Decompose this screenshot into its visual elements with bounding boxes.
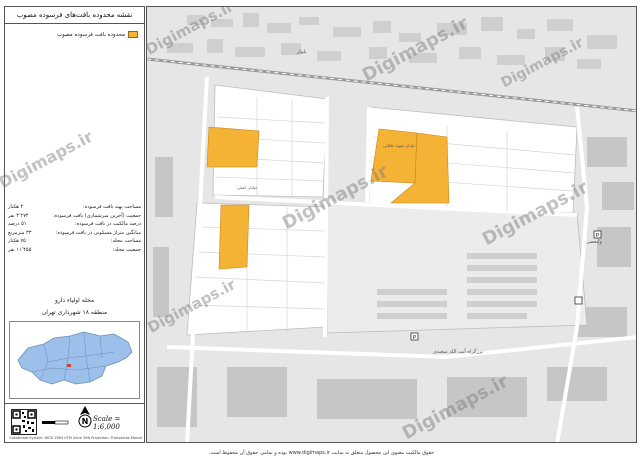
scale-bar <box>40 415 70 429</box>
map-sheet: نقشه محدوده بافت‌های فرسوده مصوب محدوده … <box>0 0 643 461</box>
bus-stop-icon <box>574 296 583 305</box>
stat-value: ۷۵ هکتار <box>8 238 26 245</box>
stat-row: جمعیت محله: ۱۱٬۴۵۵ نفر <box>8 246 141 255</box>
road-label: خیابان اصلی <box>237 185 258 190</box>
stat-value: ۵۱ درصد <box>8 221 27 228</box>
legend-swatch <box>128 31 138 38</box>
stat-label: میانگین متراژ مسکونی در بافت فرسوده: <box>55 229 141 236</box>
worn-area-2 <box>218 204 250 270</box>
svg-text:P: P <box>596 233 599 239</box>
legend-panel: نقشه محدوده بافت‌های فرسوده مصوب محدوده … <box>4 6 145 443</box>
stat-label: مساحت پهنه بافت فرسوده: <box>83 204 141 210</box>
svg-text:N: N <box>82 417 89 426</box>
qr-code <box>11 409 37 435</box>
north-arrow-icon: N <box>78 405 92 429</box>
road-label: ولیعصر <box>586 239 603 245</box>
svg-text:P: P <box>413 335 416 341</box>
stat-value: ۱۱٬۴۵۵ نفر <box>8 246 32 253</box>
stat-label: مساحت محله: <box>110 238 141 245</box>
legend-label: محدوده بافت فرسوده مصوب <box>56 31 125 38</box>
stat-value: ۴٬۲۷۴ نفر <box>8 212 29 219</box>
stat-label: جمعیت (آخرین سرشماری) بافت فرسوده: <box>52 212 141 219</box>
locator-inset-map <box>9 321 140 399</box>
footer-note: حقوق مالکیت معنوی این محصول متعلق به سای… <box>208 450 435 456</box>
legend-item: محدوده بافت فرسوده مصوب <box>57 31 138 38</box>
central-block <box>326 202 588 334</box>
road-label: خیابان شهید خاقانی <box>383 143 416 148</box>
stat-row: میانگین متراژ مسکونی در بافت فرسوده: ۳۳ م… <box>8 229 141 238</box>
stat-row: درصد مالکیت در بافت فرسوده: ۵۱ درصد <box>8 220 141 229</box>
projection-credit: Coordinate System: WGS 1984 UTM Zone 39N… <box>9 436 142 440</box>
worn-area-1 <box>206 126 260 168</box>
road-label: بزرگراه آیت الله سعیدی <box>433 348 483 355</box>
stat-value: ۴ هکتار <box>8 204 24 210</box>
map-title: نقشه محدوده بافت‌های فرسوده مصوب <box>5 7 144 24</box>
stat-row: مساحت محله: ۷۵ هکتار <box>8 237 141 246</box>
stat-row: مساحت پهنه بافت فرسوده: ۴ هکتار <box>8 203 141 212</box>
map-view[interactable]: بزرگراه آیت الله سعیدی خیابان شهید خاقان… <box>146 6 637 443</box>
stat-value: ۳۳ مترمربع <box>8 229 32 236</box>
stat-row: جمعیت (آخرین سرشماری) بافت فرسوده: ۴٬۲۷۴ … <box>8 212 141 221</box>
location-marker <box>67 364 71 367</box>
road-label: بلوار <box>296 49 306 55</box>
stat-label: درصد مالکیت در بافت فرسوده: <box>74 221 141 228</box>
scale-label: Scale = 1:6,000 <box>93 415 121 431</box>
district-name: منطقه ۱۸ شهرداری تهران <box>41 309 108 316</box>
statistics-table: مساحت پهنه بافت فرسوده: ۴ هکتار جمعیت (آخ… <box>8 203 141 255</box>
stat-label: جمعیت محله: <box>112 246 141 253</box>
neighborhood-name: محله اولیاء دارو <box>54 297 95 304</box>
tehran-locator-svg <box>10 322 139 398</box>
